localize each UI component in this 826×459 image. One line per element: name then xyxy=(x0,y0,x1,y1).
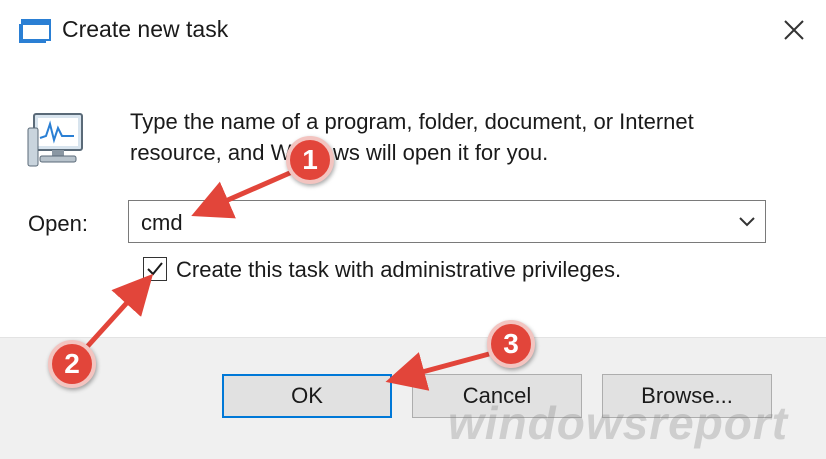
step-marker-2: 2 xyxy=(48,340,96,388)
step-marker-1: 1 xyxy=(286,136,334,184)
arrow-step2 xyxy=(84,273,154,350)
arrow-step3 xyxy=(385,351,490,391)
arrow-step1 xyxy=(191,169,294,219)
annotation-arrows xyxy=(84,169,490,391)
step-marker-3: 3 xyxy=(487,320,535,368)
